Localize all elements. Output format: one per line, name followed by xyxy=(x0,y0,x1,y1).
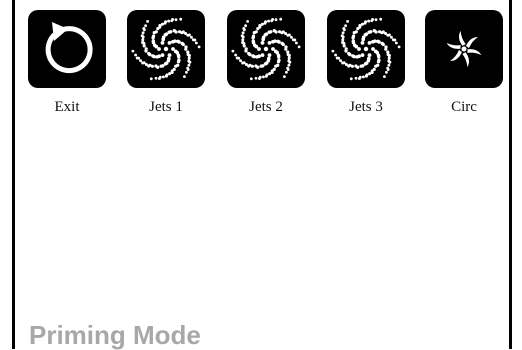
jets-2-label: Jets 2 xyxy=(249,99,283,115)
circ-button[interactable]: Circ xyxy=(425,10,503,116)
circ-pump-icon xyxy=(425,10,503,88)
jets-3-button[interactable]: Jets 3 xyxy=(327,10,405,116)
jets-swirl-icon xyxy=(127,10,205,88)
exit-label: Exit xyxy=(54,99,80,115)
jets-1-label: Jets 1 xyxy=(149,99,183,115)
left-border xyxy=(12,0,15,349)
jets-3-label: Jets 3 xyxy=(349,99,383,115)
status-mode-text: Priming Mode xyxy=(29,320,201,350)
jets-1-button[interactable]: Jets 1 xyxy=(127,10,205,116)
right-border xyxy=(509,0,512,349)
exit-arrow-icon xyxy=(28,10,106,88)
circ-label: Circ xyxy=(451,99,477,115)
exit-button[interactable]: Exit xyxy=(28,10,106,116)
jets-2-button[interactable]: Jets 2 xyxy=(227,10,305,116)
jets-swirl-icon xyxy=(327,10,405,88)
jets-swirl-icon xyxy=(227,10,305,88)
